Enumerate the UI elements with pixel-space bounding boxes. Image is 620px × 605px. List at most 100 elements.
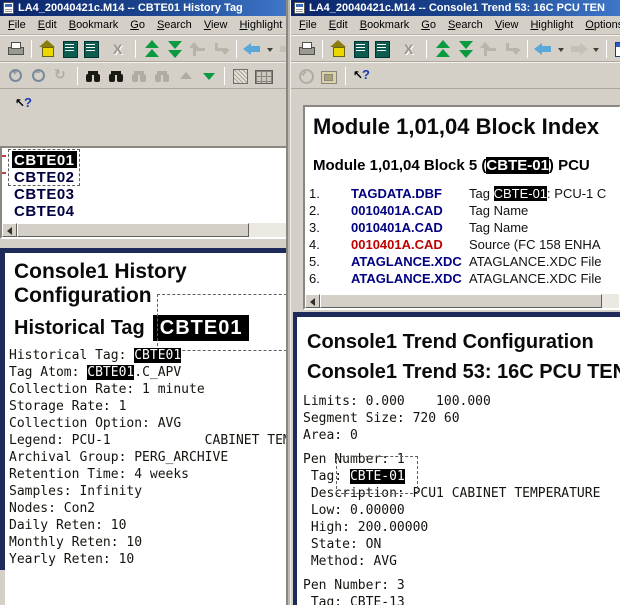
menu-item-search[interactable]: Search [442, 17, 489, 33]
config-line: Legend: PCU-1 CABINET TEMP [9, 432, 288, 449]
page-index-icon[interactable] [61, 40, 80, 58]
menu-item-highlight[interactable]: Highlight [524, 17, 579, 33]
menu-item-edit[interactable]: Edit [323, 17, 354, 33]
text-segment: Tag Name [469, 220, 528, 235]
help-cursor-icon [14, 95, 36, 111]
back-icon[interactable] [534, 40, 553, 58]
config-line: Storage Rate: 1 [9, 398, 288, 415]
menu-item-file[interactable]: File [2, 17, 32, 33]
file-link[interactable]: ATAGLANCE.XDC [351, 254, 469, 270]
gridbox-icon[interactable] [254, 67, 273, 85]
text-segment: Description: PCU1 CABINET TEMPERATURE [303, 486, 600, 501]
menu-item-go[interactable]: Go [124, 17, 151, 33]
home-icon[interactable] [329, 40, 348, 58]
menu-item-bookmark[interactable]: Bookmark [63, 17, 125, 33]
file-link[interactable]: 0010401A.CAD [351, 237, 469, 253]
dropdown-icon[interactable] [592, 40, 600, 58]
menu-item-go[interactable]: Go [415, 17, 442, 33]
tv-icon[interactable] [320, 67, 339, 85]
tag-list-item[interactable]: CBTE03 [12, 185, 77, 202]
file-link[interactable]: 0010401A.CAD [351, 203, 469, 219]
promote-icon[interactable] [479, 40, 498, 58]
tag-list-item[interactable]: CBTE01 [12, 151, 77, 168]
block-index-hscrollbar[interactable] [305, 294, 619, 308]
history-config-text: Historical Tag: CBTE01Tag Atom: CBTE01.C… [9, 347, 288, 568]
right-titlebar[interactable]: LA4_20040421c.M14 -- Console1 Trend 53: … [291, 0, 620, 16]
menu-item-view[interactable]: View [198, 17, 234, 33]
double-up-icon[interactable] [142, 40, 161, 58]
file-link[interactable]: ATAGLANCE.XDC [351, 271, 469, 287]
page-index-icon[interactable] [352, 40, 371, 58]
file-link[interactable]: 0010401A.CAD [351, 220, 469, 236]
config-line: Limits: 0.000 100.000 [303, 393, 620, 410]
scroll-left-button[interactable] [2, 223, 17, 237]
find-gray2-icon[interactable] [153, 67, 172, 85]
config-line: Samples: Infinity [9, 483, 288, 500]
left-titlebar[interactable]: LA4_20040421c.M14 -- CBTE01 History Tag [0, 0, 286, 16]
tri-up-icon[interactable] [176, 67, 195, 85]
left-menubar: FileEditBookmarkGoSearchViewHighlightOpt… [0, 16, 286, 35]
toolbar-separator [31, 40, 32, 58]
forward-icon[interactable] [569, 40, 588, 58]
find-next-icon[interactable] [107, 67, 126, 85]
delete-x-icon[interactable] [110, 40, 129, 58]
config-line: Monthly Reten: 10 [9, 534, 288, 551]
scroll-left-button[interactable] [305, 294, 320, 308]
find-gray-icon[interactable] [130, 67, 149, 85]
forward-icon[interactable] [278, 40, 286, 58]
print-icon[interactable] [6, 40, 25, 58]
zoom-in-icon[interactable] [6, 67, 25, 85]
config-line: Low: 0.00000 [303, 502, 620, 519]
tag-list-hscrollbar[interactable] [2, 223, 286, 237]
promote-icon[interactable] [188, 40, 207, 58]
demote-icon[interactable] [211, 40, 230, 58]
dropdown-icon[interactable] [557, 40, 565, 58]
find-icon[interactable] [84, 67, 103, 85]
print-icon[interactable] [297, 40, 316, 58]
text-segment: .C_APV [134, 365, 181, 380]
demote-icon[interactable] [502, 40, 521, 58]
toolbar-separator [236, 40, 237, 58]
tag-list-item[interactable]: CBTE04 [12, 202, 77, 219]
dropdown-icon[interactable] [266, 40, 274, 58]
home-icon[interactable] [38, 40, 57, 58]
double-down-icon[interactable] [456, 40, 475, 58]
tag-list-item[interactable]: CBTE02 [12, 168, 77, 185]
file-link[interactable]: TAGDATA.DBF [351, 186, 469, 202]
text-segment: Tag: [303, 469, 350, 484]
double-up-icon[interactable] [433, 40, 452, 58]
config-line: Retention Time: 4 weeks [9, 466, 288, 483]
menu-item-view[interactable]: View [489, 17, 525, 33]
zoom-out-icon[interactable] [29, 67, 48, 85]
menu-item-search[interactable]: Search [151, 17, 198, 33]
double-down-icon[interactable] [165, 40, 184, 58]
delete-x-icon[interactable] [401, 40, 420, 58]
marquee-red-mark [2, 172, 6, 174]
text-segment: ) PCU [549, 157, 590, 174]
highlighted-tag: CBTE-01 [486, 157, 549, 174]
scrollbar-thumb[interactable] [17, 223, 249, 237]
menu-item-file[interactable]: File [293, 17, 323, 33]
tri-down-icon[interactable] [199, 67, 218, 85]
trend-window: LA4_20040421c.M14 -- Console1 Trend 53: … [290, 0, 620, 605]
index-row-description: ATAGLANCE.XDC File [469, 254, 601, 270]
menu-item-options[interactable]: Options... [579, 17, 620, 33]
help-cursor-icon[interactable] [352, 67, 371, 85]
refresh-icon[interactable] [52, 67, 71, 85]
clock-icon[interactable] [297, 67, 316, 85]
text-segment: Area: 0 [303, 428, 358, 443]
back-icon[interactable] [243, 40, 262, 58]
page-index-collapse-icon[interactable] [84, 40, 106, 58]
menu-item-edit[interactable]: Edit [32, 17, 63, 33]
text-segment: Module 1,01,04 Block 5 ( [313, 157, 486, 174]
index-row: 6.ATAGLANCE.XDCATAGLANCE.XDC File [305, 271, 620, 287]
menu-item-bookmark[interactable]: Bookmark [354, 17, 416, 33]
scrollbar-thumb[interactable] [320, 294, 602, 308]
toolbar-separator [345, 67, 346, 85]
window-icon[interactable] [613, 40, 620, 58]
text-segment: State: ON [303, 537, 381, 552]
page-index-collapse-icon[interactable] [375, 40, 397, 58]
config-line: Tag: CBTE-01 [303, 468, 620, 485]
dither-icon[interactable] [231, 67, 250, 85]
menu-item-highlight[interactable]: Highlight [233, 17, 286, 33]
